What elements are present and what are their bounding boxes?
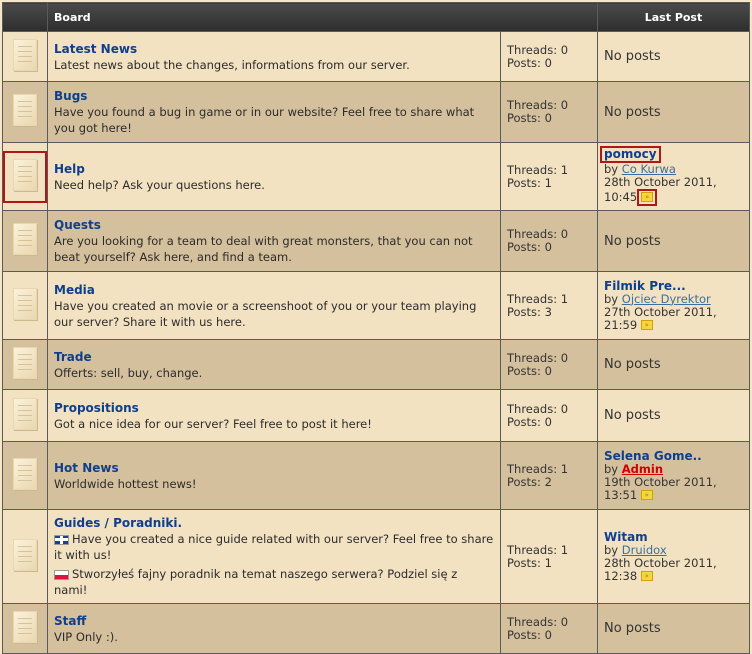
board-row-staff: Staff VIP Only :). Threads: 0 Posts: 0 N… [2,603,750,654]
thread-count: Threads: 1 [507,291,569,306]
board-row-trade: Trade Offerts: sell, buy, change. Thread… [2,339,750,390]
last-post-date: 28th October 2011, [604,174,717,189]
last-post-by: by [604,461,619,476]
board-status-icon[interactable] [13,287,37,320]
board-row-help: Help Need help? Ask your questions here.… [2,142,750,211]
last-post-date: 27th October 2011, [604,304,717,319]
board-description: Are you looking for a team to deal with … [54,234,473,264]
thread-count: Threads: 0 [507,401,569,416]
board-status-icon[interactable] [13,397,37,430]
no-posts-label: No posts [604,408,661,423]
post-count: Posts: 1 [507,175,552,190]
no-posts-label: No posts [604,49,661,64]
board-row-propositions: Propositions Got a nice idea for our ser… [2,389,750,442]
thread-count: Threads: 0 [507,350,569,365]
board-description-pl: Stworzyłeś fajny poradnik na temat nasze… [54,567,458,597]
go-to-last-post-icon[interactable]: » [640,571,653,581]
thread-count: Threads: 1 [507,461,569,476]
last-post-time: 10:45 [604,189,638,204]
post-count: Posts: 2 [507,474,552,489]
board-title-bugs[interactable]: Bugs [54,88,494,104]
header-icon-column [2,2,48,32]
last-post-user[interactable]: Admin [622,462,663,476]
board-title-help[interactable]: Help [54,161,494,177]
post-count: Posts: 1 [507,555,552,570]
forum-board-table: Board Last Post Latest News Latest news … [2,2,750,654]
thread-count: Threads: 1 [507,542,569,557]
board-description: VIP Only :). [54,629,118,644]
board-title-hot-news[interactable]: Hot News [54,460,494,476]
last-post-title[interactable]: pomocy [604,147,657,161]
board-description-en: Have you created a nice guide related wi… [54,532,494,562]
last-post-time: 21:59 [604,317,638,332]
board-status-icon[interactable] [13,538,37,571]
last-post-title[interactable]: Filmik Pre... [604,279,686,293]
board-status-icon[interactable] [13,457,37,490]
last-post-time: 12:38 [604,568,638,583]
go-to-last-post-icon[interactable]: » [640,490,653,500]
board-description: Latest news about the changes, informati… [54,57,410,72]
go-to-last-post-icon[interactable]: » [641,192,654,202]
board-title-guides[interactable]: Guides / Poradniki. [54,515,494,531]
post-count: Posts: 0 [507,240,552,254]
post-count: Posts: 3 [507,304,552,319]
last-post-title[interactable]: Witam [604,530,648,544]
post-count: Posts: 0 [507,363,552,378]
last-post-time: 13:51 [604,487,638,502]
board-description: Worldwide hottest news! [54,476,197,491]
board-status-icon[interactable] [13,158,37,191]
last-post-user[interactable]: Ojciec Dyrektor [622,292,711,306]
board-title-trade[interactable]: Trade [54,349,494,365]
post-count: Posts: 0 [507,111,552,125]
highlight-box: » [637,188,658,206]
last-post-date: 19th October 2011, [604,474,717,489]
go-to-last-post-icon[interactable]: » [640,320,653,330]
no-posts-label: No posts [604,233,661,249]
header-board: Board [47,2,598,32]
board-title-staff[interactable]: Staff [54,613,494,629]
board-description: Got a nice idea for our server? Feel fre… [54,416,372,431]
board-description: Have you found a bug in game or in our w… [54,105,475,135]
last-post-title[interactable]: Selena Gome.. [604,449,702,463]
last-post-user[interactable]: Co Kurwa [622,162,676,176]
board-row-hot-news: Hot News Worldwide hottest news! Threads… [2,441,750,510]
board-title-quests[interactable]: Quests [54,217,494,233]
board-row-latest-news: Latest News Latest news about the change… [2,31,750,82]
board-row-quests: Quests Are you looking for a team to dea… [2,210,750,272]
board-title-media[interactable]: Media [54,282,494,298]
board-status-icon[interactable] [13,38,37,71]
thread-count: Threads: 0 [507,614,569,629]
board-description: Need help? Ask your questions here. [54,177,265,192]
no-posts-label: No posts [604,621,661,636]
highlight-box: pomocy [600,145,661,163]
no-posts-label: No posts [604,357,661,372]
board-status-icon[interactable] [13,94,37,126]
board-title-latest-news[interactable]: Latest News [54,41,494,57]
thread-count: Threads: 0 [507,42,569,57]
board-description: Offerts: sell, buy, change. [54,365,203,380]
last-post-by: by [604,542,619,557]
thread-count: Threads: 1 [507,162,569,177]
board-row-bugs: Bugs Have you found a bug in game or in … [2,81,750,143]
header-last-post: Last Post [597,2,750,32]
board-title-propositions[interactable]: Propositions [54,400,494,416]
board-status-icon[interactable] [13,223,37,255]
table-header: Board Last Post [2,2,750,32]
uk-flag-icon [54,534,69,545]
post-count: Posts: 0 [507,55,552,70]
last-post-date: 28th October 2011, [604,555,717,570]
highlight-box [3,150,47,203]
post-count: Posts: 0 [507,627,552,642]
board-row-guides: Guides / Poradniki. Have you created a n… [2,509,750,604]
post-count: Posts: 0 [507,414,552,429]
last-post-user[interactable]: Druidox [622,543,667,557]
board-description: Have you created an movie or a screensho… [54,298,477,329]
board-row-media: Media Have you created an movie or a scr… [2,271,750,340]
no-posts-label: No posts [604,104,661,120]
last-post-by: by [604,291,619,306]
board-status-icon[interactable] [13,346,37,379]
poland-flag-icon [54,569,69,580]
board-status-icon[interactable] [13,610,37,643]
last-post-by: by [604,161,619,176]
